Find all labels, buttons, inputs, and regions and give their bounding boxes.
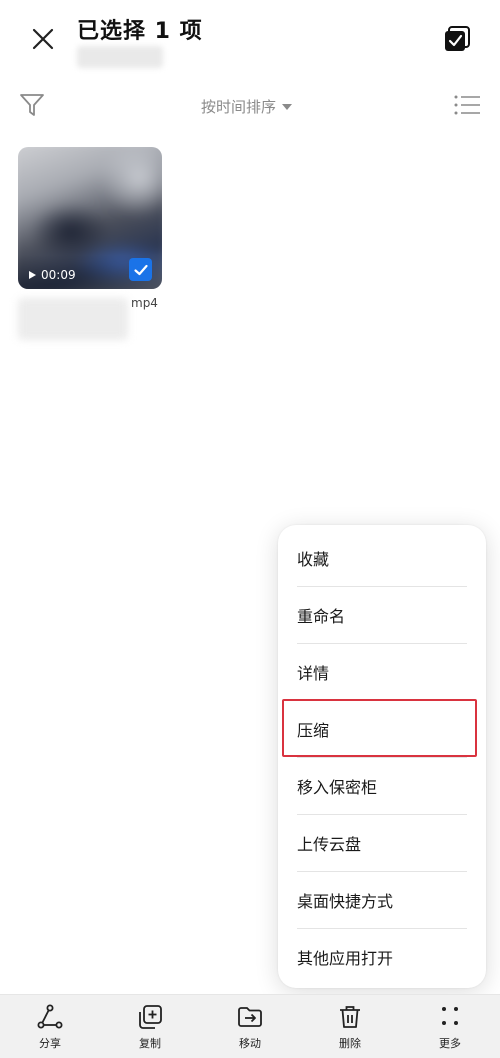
- share-label: 分享: [39, 1037, 61, 1050]
- close-icon: [32, 28, 54, 50]
- menu-item-open-with[interactable]: 其他应用打开: [278, 928, 486, 985]
- select-all-button[interactable]: [443, 25, 471, 53]
- menu-item-upload-cloud[interactable]: 上传云盘: [278, 814, 486, 871]
- duration-label: 00:09: [41, 268, 76, 282]
- selection-checkbox[interactable]: [129, 258, 152, 281]
- copy-icon: [139, 1005, 162, 1029]
- list-icon: [454, 95, 480, 115]
- move-label: 移动: [239, 1037, 261, 1050]
- file-extension: mp4: [131, 296, 158, 310]
- copy-button[interactable]: 复制: [120, 1003, 180, 1055]
- more-button[interactable]: 更多: [420, 1003, 480, 1055]
- bottom-toolbar: 分享 复制 移动 删除 更多: [0, 994, 500, 1058]
- subtitle-redacted: [77, 46, 163, 68]
- more-label: 更多: [439, 1037, 461, 1050]
- page-title: 已选择 1 项: [77, 19, 203, 44]
- menu-item-move-to-safe[interactable]: 移入保密柜: [278, 757, 486, 814]
- list-view-button[interactable]: [452, 94, 482, 116]
- select-all-icon: [445, 26, 470, 51]
- filter-button[interactable]: [18, 92, 46, 118]
- sort-dropdown[interactable]: 按时间排序: [201, 96, 293, 117]
- share-icon: [37, 1004, 63, 1029]
- more-icon: [442, 1007, 458, 1025]
- move-icon: [238, 1007, 262, 1027]
- video-duration: 00:09: [29, 268, 76, 282]
- close-button[interactable]: [30, 26, 56, 52]
- copy-label: 复制: [139, 1037, 161, 1050]
- move-button[interactable]: 移动: [220, 1003, 280, 1055]
- play-icon: [29, 271, 36, 279]
- delete-button[interactable]: 删除: [320, 1003, 380, 1055]
- filter-icon: [20, 94, 44, 116]
- delete-icon: [340, 1006, 360, 1028]
- file-tile[interactable]: 00:09: [18, 147, 162, 289]
- highlight-box: [282, 699, 477, 757]
- menu-item-details[interactable]: 详情: [278, 643, 486, 700]
- menu-item-rename[interactable]: 重命名: [278, 586, 486, 643]
- file-name-redacted: [18, 298, 128, 340]
- share-button[interactable]: 分享: [20, 1003, 80, 1055]
- delete-label: 删除: [339, 1037, 361, 1050]
- menu-item-favorite[interactable]: 收藏: [278, 529, 486, 586]
- sort-label: 按时间排序: [201, 98, 277, 116]
- check-icon: [133, 264, 148, 275]
- menu-item-desktop-shortcut[interactable]: 桌面快捷方式: [278, 871, 486, 928]
- caret-down-icon: [282, 103, 293, 110]
